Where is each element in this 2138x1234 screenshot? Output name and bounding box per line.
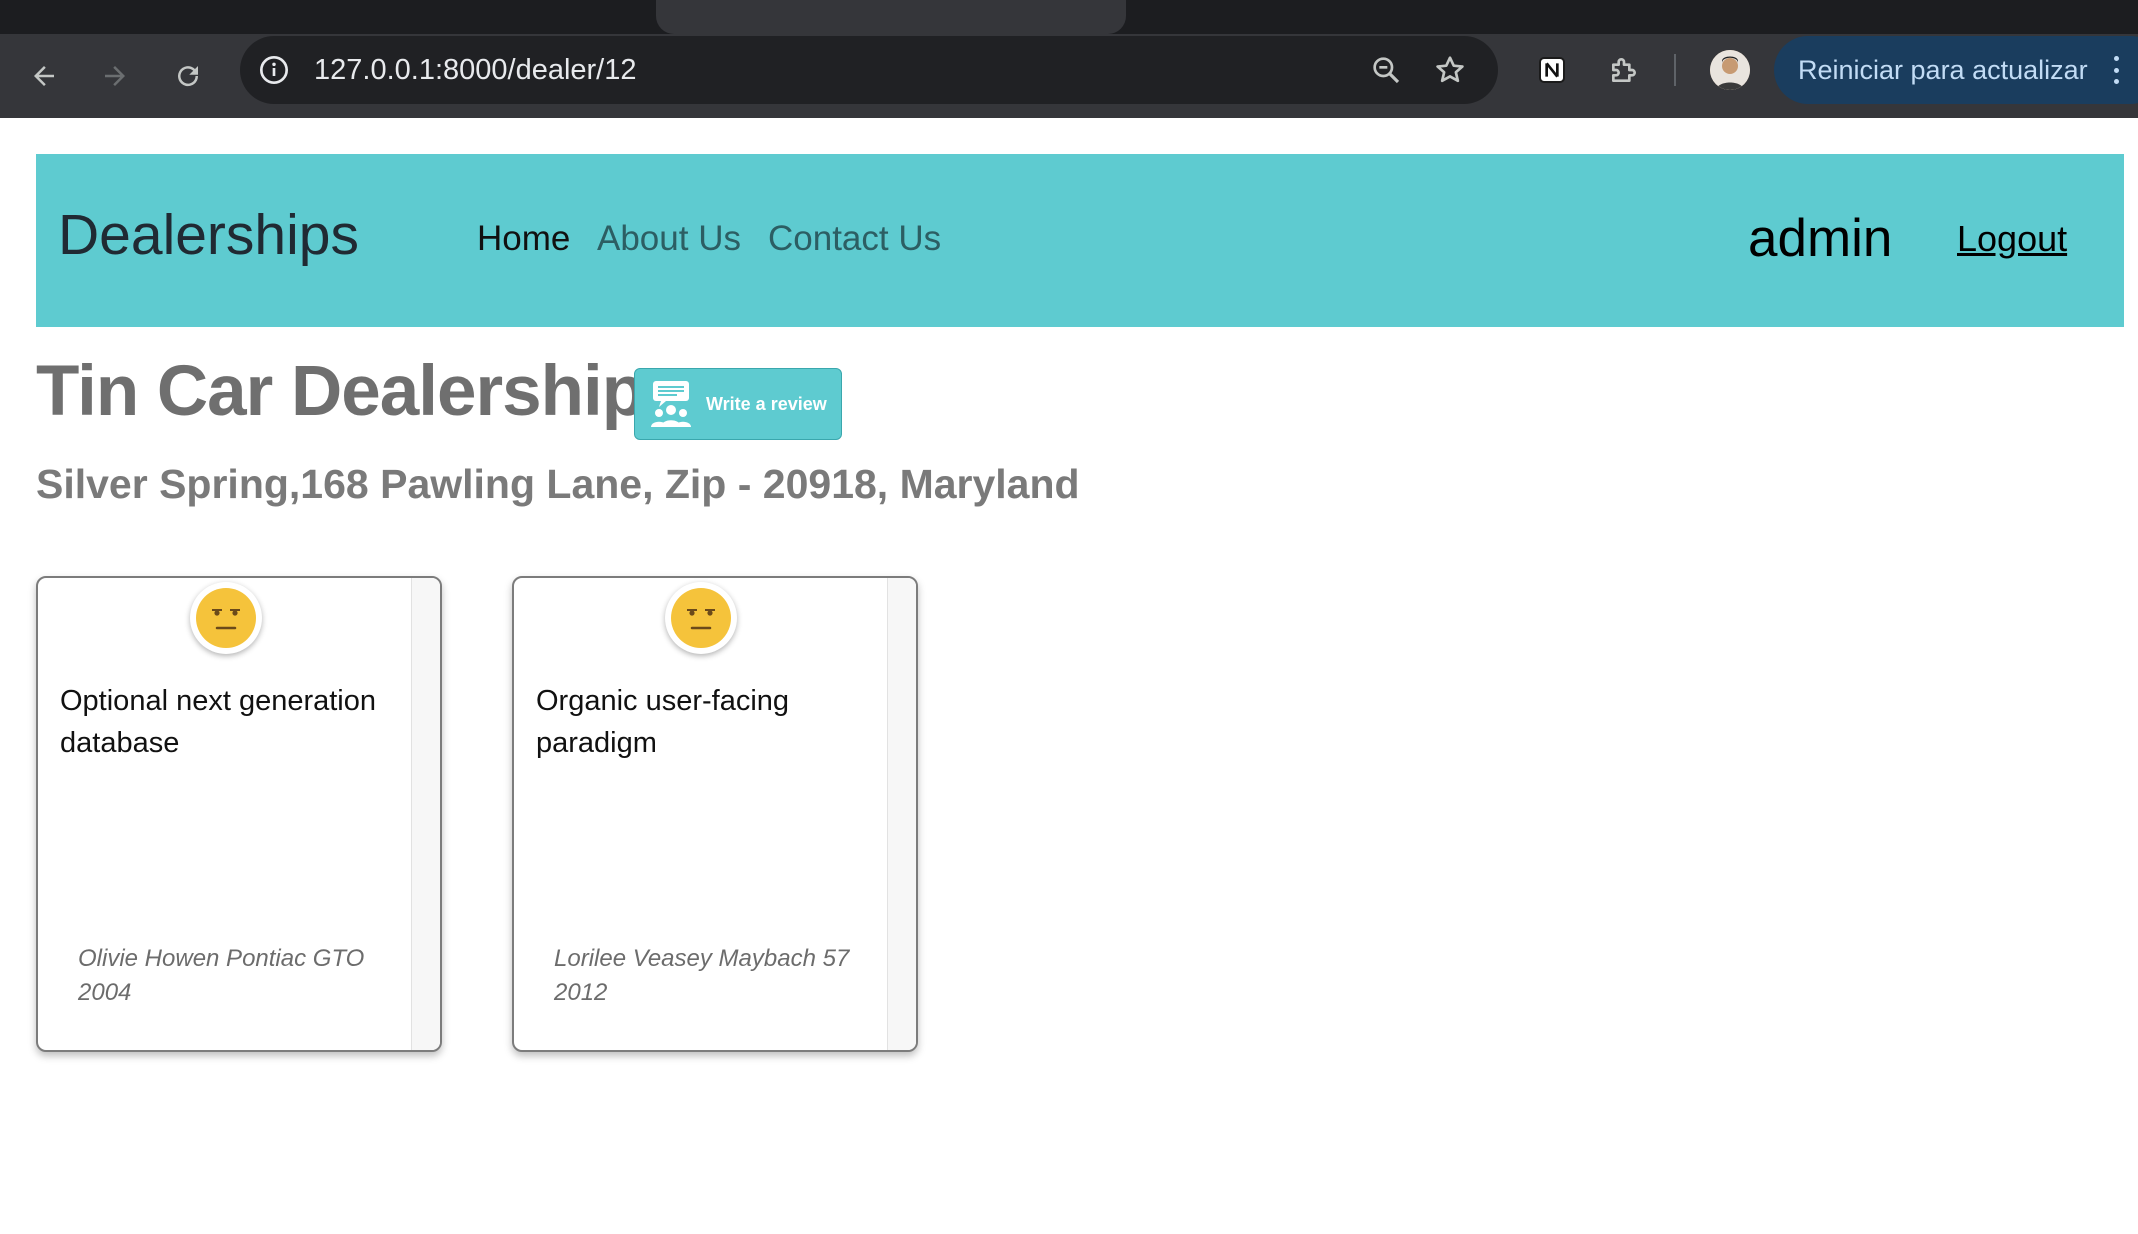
write-review-button[interactable]: Write a review (634, 368, 842, 440)
review-car-info: Olivie Howen Pontiac GTO 2004 (78, 945, 365, 1006)
nav-contact-link[interactable]: Contact Us (768, 216, 941, 262)
toolbar-divider (1674, 54, 1676, 86)
restart-label[interactable]: Reiniciar para actualizar (1798, 50, 2088, 90)
review-text: Optional next generation database (60, 685, 376, 759)
username-label: admin (1748, 209, 1893, 268)
nav-home-link[interactable]: Home (477, 216, 570, 262)
url-text[interactable]: 127.0.0.1:8000/dealer/12 (314, 50, 637, 90)
brand-title[interactable]: Dealerships (58, 200, 359, 270)
profile-avatar[interactable] (1710, 50, 1750, 90)
write-review-label[interactable]: Write a review (706, 391, 827, 417)
extensions-puzzle-icon[interactable] (1604, 50, 1644, 90)
tab-strip (0, 0, 2138, 34)
dealer-name: Tin Car Dealership (36, 352, 645, 431)
logout-link[interactable]: Logout (1957, 216, 2067, 262)
reload-button[interactable] (164, 52, 212, 100)
back-button[interactable] (20, 52, 68, 100)
active-tab[interactable] (656, 0, 1126, 34)
forward-button[interactable] (91, 52, 139, 100)
neutral-face-icon (190, 582, 262, 654)
reload-icon (178, 66, 199, 87)
neutral-face-icon (665, 582, 737, 654)
site-info-icon[interactable] (256, 52, 292, 88)
forward-arrow-icon (105, 66, 125, 86)
card-scrollbar[interactable] (411, 578, 440, 1050)
bookmark-star-icon[interactable] (1430, 50, 1470, 90)
dealer-address: Silver Spring,168 Pawling Lane, Zip - 20… (36, 461, 1080, 507)
nav-about-link[interactable]: About Us (597, 216, 741, 262)
card-scrollbar[interactable] (887, 578, 916, 1050)
review-text: Organic user-facing paradigm (536, 685, 790, 759)
chrome-menu-icon[interactable] (2104, 52, 2128, 88)
review-car-info: Lorilee Veasey Maybach 57 2012 (554, 945, 850, 1006)
notion-extension-icon[interactable] (1532, 50, 1572, 90)
back-arrow-icon (34, 66, 54, 86)
write-review-icon (651, 381, 691, 427)
zoom-icon[interactable] (1366, 50, 1406, 90)
